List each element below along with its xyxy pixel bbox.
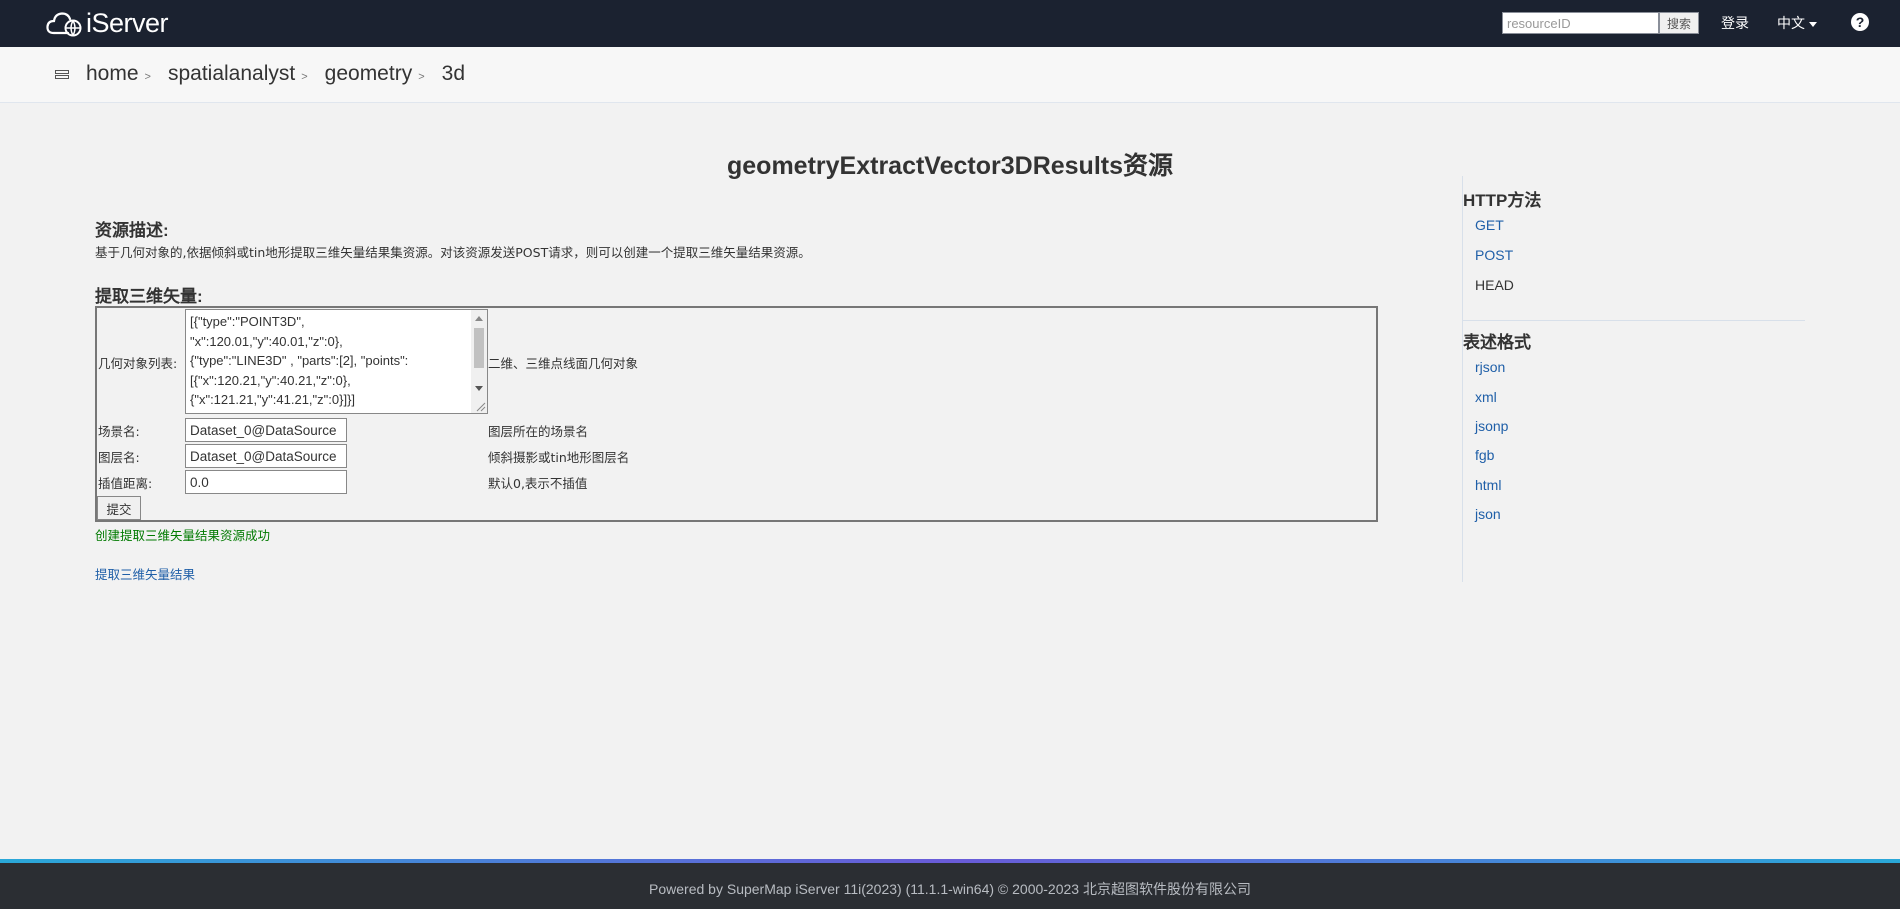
- breadcrumb-bar: home > spatialanalyst > geometry > 3d: [0, 47, 1900, 103]
- description-heading: 资源描述:: [95, 221, 169, 240]
- interval-hint: 默认0,表示不插值: [488, 476, 588, 491]
- breadcrumb-separator: >: [418, 71, 425, 83]
- panel-divider: [1463, 320, 1805, 321]
- format-rjson[interactable]: rjson: [1475, 359, 1505, 375]
- method-post[interactable]: POST: [1475, 247, 1513, 263]
- interval-label: 插值距离:: [98, 476, 153, 491]
- format-json[interactable]: json: [1475, 506, 1501, 522]
- format-html[interactable]: html: [1475, 477, 1501, 493]
- geometries-hint: 二维、三维点线面几何对象: [488, 356, 639, 371]
- footer-text: Powered by SuperMap iServer 11i(2023) (1…: [649, 881, 1251, 897]
- breadcrumb-spatialanalyst[interactable]: spatialanalyst: [168, 62, 295, 86]
- language-label: 中文: [1777, 16, 1805, 32]
- http-methods-heading: HTTP方法: [1463, 191, 1542, 210]
- server-list-icon: [55, 70, 69, 82]
- scroll-thumb[interactable]: [474, 328, 484, 368]
- method-head: HEAD: [1475, 277, 1514, 293]
- extract-result-link[interactable]: 提取三维矢量结果: [95, 564, 195, 583]
- resize-grip-icon[interactable]: [474, 400, 486, 412]
- breadcrumb: home > spatialanalyst > geometry > 3d: [86, 62, 465, 86]
- geometries-textarea[interactable]: [{"type":"POINT3D", "x":120.01,"y":40.01…: [185, 309, 488, 414]
- resource-id-input[interactable]: [1502, 12, 1659, 34]
- extract-vector-form: 几何对象列表: [{"type":"POINT3D", "x":120.01,"…: [95, 306, 1378, 522]
- scene-label: 场景名:: [98, 424, 140, 439]
- login-link[interactable]: 登录: [1721, 13, 1749, 33]
- format-xml[interactable]: xml: [1475, 389, 1497, 405]
- scroll-up-icon: [475, 316, 483, 321]
- help-icon[interactable]: ?: [1851, 13, 1869, 31]
- interval-input[interactable]: [185, 470, 347, 494]
- format-fgb[interactable]: fgb: [1475, 447, 1494, 463]
- resource-search: 搜索: [1502, 12, 1699, 34]
- geometries-label: 几何对象列表:: [98, 356, 178, 371]
- breadcrumb-home[interactable]: home: [86, 62, 139, 86]
- breadcrumb-3d[interactable]: 3d: [442, 62, 465, 86]
- textarea-scrollbar[interactable]: [471, 310, 487, 413]
- breadcrumb-geometry[interactable]: geometry: [325, 62, 413, 86]
- cloud-globe-icon: [46, 12, 82, 37]
- success-message: 创建提取三维矢量结果资源成功: [95, 528, 271, 543]
- language-dropdown[interactable]: 中文: [1777, 13, 1817, 33]
- layer-name-input[interactable]: [185, 444, 347, 468]
- format-jsonp[interactable]: jsonp: [1475, 418, 1508, 434]
- description-text: 基于几何对象的,依据倾斜或tin地形提取三维矢量结果集资源。对该资源发送POST…: [95, 245, 811, 260]
- breadcrumb-separator: >: [301, 71, 308, 83]
- footer: Powered by SuperMap iServer 11i(2023) (1…: [0, 863, 1900, 909]
- logo-text: iServer: [86, 8, 169, 38]
- scene-hint: 图层所在的场景名: [488, 424, 589, 439]
- scene-name-input[interactable]: [185, 418, 347, 442]
- breadcrumb-separator: >: [144, 71, 151, 83]
- form-heading: 提取三维矢量:: [95, 287, 203, 306]
- layer-hint: 倾斜摄影或tin地形图层名: [488, 450, 630, 465]
- layer-label: 图层名:: [98, 450, 140, 465]
- right-panel: HTTP方法 GET POST HEAD 表述格式 rjson xml json…: [1462, 176, 1805, 582]
- submit-button[interactable]: 提交: [97, 496, 141, 520]
- method-get[interactable]: GET: [1475, 217, 1504, 233]
- logo[interactable]: iServer: [46, 8, 169, 38]
- caret-down-icon: [1809, 21, 1817, 27]
- formats-heading: 表述格式: [1463, 333, 1531, 352]
- top-navbar: iServer 搜索 登录 中文 ?: [0, 0, 1900, 47]
- search-button[interactable]: 搜索: [1659, 12, 1699, 34]
- scroll-down-icon: [475, 386, 483, 391]
